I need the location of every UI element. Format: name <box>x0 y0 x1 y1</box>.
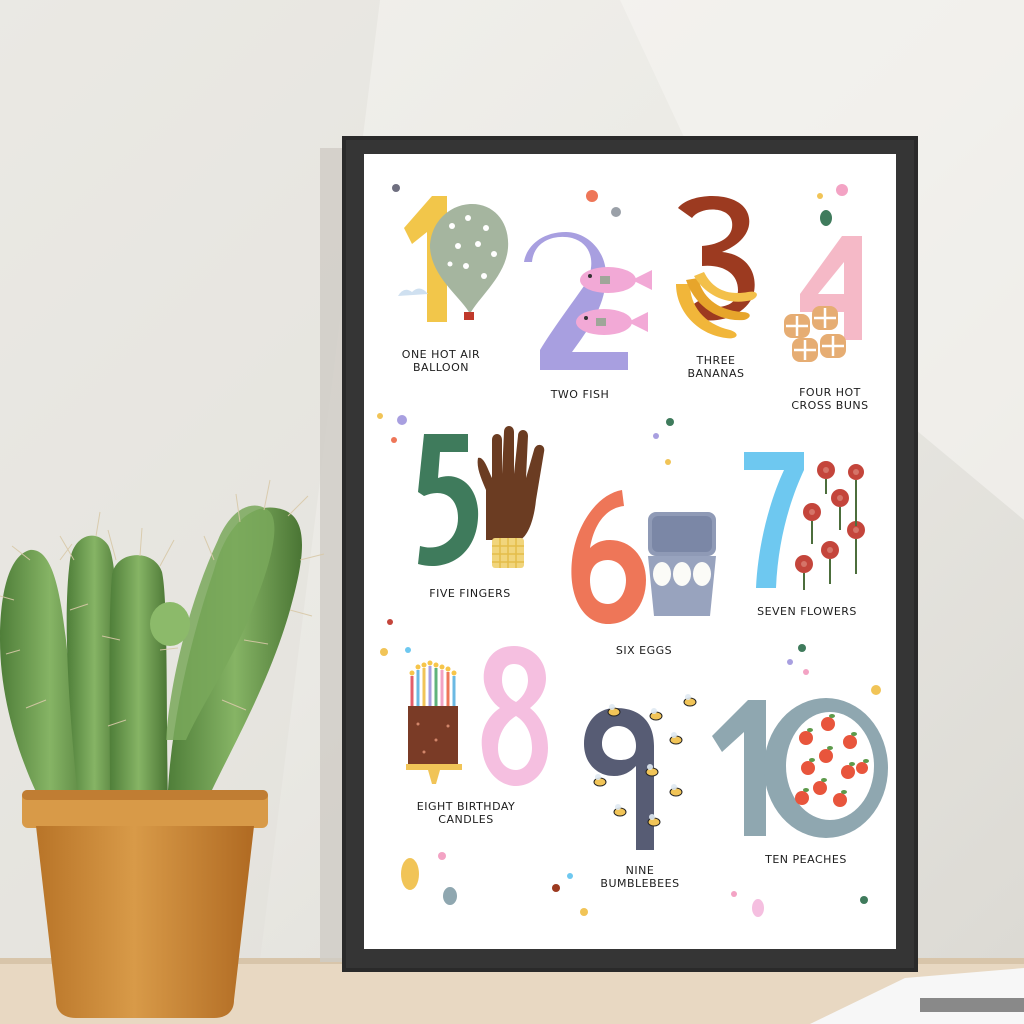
caption-four-hot-cross-buns: FOUR HOT CROSS BUNS <box>791 386 869 412</box>
cactus-stem-main <box>109 555 168 808</box>
flower-pot <box>22 790 268 1018</box>
caption-ten-peaches: TEN PEACHES <box>765 853 847 866</box>
caption-three-bananas: THREE BANANAS <box>687 354 745 380</box>
egg-carton-icon <box>648 512 716 616</box>
caption-seven-flowers: SEVEN FLOWERS <box>757 605 857 618</box>
caption-one-hot-air-balloon: ONE HOT AIR BALLOON <box>401 348 481 374</box>
caption-two-fish: TWO FISH <box>550 388 610 401</box>
caption-eight-birthday-candles: EIGHT BIRTHDAY CANDLES <box>416 800 516 826</box>
caption-six-eggs: SIX EGGS <box>615 644 673 657</box>
caption-nine-bumblebees: NINE BUMBLEBEES <box>600 864 680 890</box>
scene <box>0 0 1024 1024</box>
caption-five-fingers: FIVE FINGERS <box>429 587 511 600</box>
